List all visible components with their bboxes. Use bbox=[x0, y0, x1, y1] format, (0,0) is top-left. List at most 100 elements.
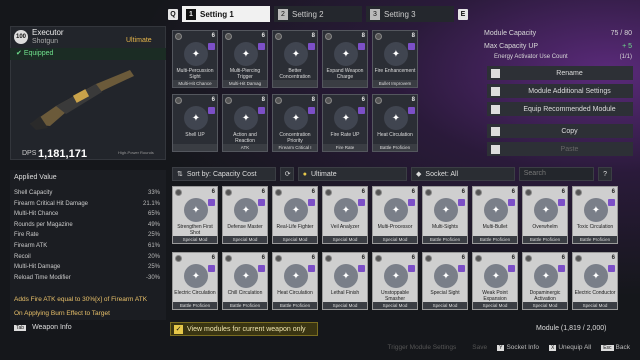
setting-tabs: Q 1 Setting 1 2 Setting 2 3 Setting 3 E bbox=[168, 6, 488, 22]
module-header: 6 bbox=[173, 31, 217, 41]
stat-row: Rounds per Magazine 49% bbox=[14, 222, 160, 228]
tab-setting-1[interactable]: 1 Setting 1 bbox=[182, 6, 270, 22]
stat-value: 61% bbox=[147, 243, 160, 249]
stat-value: 25% bbox=[147, 232, 160, 239]
search-input[interactable]: Search bbox=[518, 167, 595, 181]
module-header: 8 bbox=[323, 31, 367, 41]
module-art-icon: ✦ bbox=[384, 42, 408, 66]
module-card[interactable]: 6 ✦ Electric Circulation Battle Proficien bbox=[172, 252, 218, 310]
capacity-cost: 8 bbox=[261, 97, 265, 103]
module-card[interactable]: 8 ✦ Heat Circulation Battle Proficien bbox=[372, 94, 418, 152]
module-name: Multi-Percussion Sight bbox=[176, 68, 214, 80]
module-card[interactable]: 6 ✦ Lethal Finish Special Mod bbox=[322, 252, 368, 310]
module-name: Lethal Finish bbox=[330, 290, 360, 296]
module-category: Special Mod bbox=[473, 302, 517, 309]
view-current-weapon-toggle[interactable]: ✓ View modules for current weapon only bbox=[170, 322, 318, 336]
module-card[interactable]: 6 ✦ Chill Circulation Battle Proficien bbox=[222, 252, 268, 310]
tab-setting-2[interactable]: 2 Setting 2 bbox=[274, 6, 362, 22]
module-art-icon: ✦ bbox=[234, 106, 258, 130]
tier-badge-icon bbox=[608, 199, 615, 206]
module-card[interactable]: 6 ✦ Electric Conductor Special Mod bbox=[572, 252, 618, 310]
capacity-cost: 8 bbox=[411, 97, 415, 103]
tier-badge-icon bbox=[308, 265, 315, 272]
refresh-button[interactable]: ⟳ bbox=[279, 167, 294, 181]
filter-bar: ⇅ Sort by: Capacity Cost ⟳ ● Ultimate ◆ Soc… bbox=[172, 167, 612, 181]
module-card[interactable]: 6 ✦ Multi-Sights Battle Proficien bbox=[422, 186, 468, 244]
module-card[interactable]: 6 ✦ Veil Analyzer Special Mod bbox=[322, 186, 368, 244]
key-hint[interactable]: Esc Back bbox=[601, 344, 630, 351]
key-hint[interactable]: X Unequip All bbox=[548, 344, 591, 351]
module-card[interactable]: 6 ✦ Strengthen First Shot Special Mod bbox=[172, 186, 218, 244]
effect-text-2: On Applying Burn Effect to Target bbox=[14, 310, 110, 317]
capacity-cost: 6 bbox=[411, 255, 415, 261]
module-card[interactable]: 8 ✦ Better Concentration bbox=[272, 30, 318, 88]
module-card[interactable]: 6 ✦ Heat Circulation Battle Proficien bbox=[272, 252, 318, 310]
module-card[interactable]: 6 ✦ Fire Rate UP Fire Rate bbox=[322, 94, 368, 152]
key-hint[interactable]: Save bbox=[466, 344, 487, 351]
module-card[interactable]: 6 ✦ Dopaminergic Activation Special Mod bbox=[522, 252, 568, 310]
module-name: Multi-Piercing Trigger bbox=[229, 68, 261, 80]
next-tab-key[interactable]: E bbox=[458, 8, 468, 20]
capacity-cost: 6 bbox=[361, 255, 365, 261]
module-name: Toxic Circulation bbox=[576, 224, 614, 230]
module-header: 6 bbox=[323, 253, 367, 263]
stat-label: Fire Rate bbox=[14, 232, 39, 239]
module-card[interactable]: 6 ✦ Unstoppable Smasher Special Mod bbox=[372, 252, 418, 310]
key-hint[interactable]: Y Socket Info bbox=[497, 344, 539, 351]
module-card[interactable]: 6 ✦ Overwhelm Battle Proficien bbox=[522, 186, 568, 244]
module-card[interactable]: 8 ✦ Action and Reaction ATK bbox=[222, 94, 268, 152]
sort-dropdown[interactable]: ⇅ Sort by: Capacity Cost bbox=[172, 167, 276, 181]
action-button[interactable]: Copy bbox=[487, 124, 633, 138]
module-card[interactable]: 6 ✦ Real-Life Fighter Special Mod bbox=[272, 186, 318, 244]
module-card[interactable]: 6 ✦ Weak Point Expansion Special Mod bbox=[472, 252, 518, 310]
tier-badge-icon bbox=[258, 107, 265, 114]
tier-dot-icon: ● bbox=[302, 170, 307, 178]
module-card[interactable]: 6 ✦ Multi-Bullet Battle Proficien bbox=[472, 186, 518, 244]
action-label: Module Additional Settings bbox=[528, 87, 611, 95]
help-button[interactable]: ? bbox=[598, 167, 612, 181]
module-card[interactable]: 8 ✦ Concentration Priority Firearm Critical… bbox=[272, 94, 318, 152]
prev-tab-key[interactable]: Q bbox=[168, 8, 178, 20]
action-button[interactable]: Module Additional Settings bbox=[487, 84, 633, 98]
action-button[interactable]: Paste bbox=[487, 142, 633, 156]
socket-filter[interactable]: ◆ Socket: All bbox=[411, 167, 515, 181]
module-name: Defense Master bbox=[227, 224, 263, 230]
module-card[interactable]: 6 ✦ Defense Master Special Mod bbox=[222, 186, 268, 244]
shotgun-icon bbox=[30, 70, 134, 130]
tier-filter[interactable]: ● Ultimate bbox=[297, 167, 408, 181]
module-card[interactable]: 6 ✦ Multi-Percussion Sight Multi-Hit Chance bbox=[172, 30, 218, 88]
module-card[interactable]: 6 ✦ Multi-Piercing Trigger Multi-Hit Damag bbox=[222, 30, 268, 88]
tier-badge-icon bbox=[408, 265, 415, 272]
module-category: Special Mod bbox=[323, 302, 367, 309]
module-card[interactable]: 8 ✦ Fire Enhancement Bullet Improvem bbox=[372, 30, 418, 88]
action-button[interactable]: Equip Recommended Module bbox=[487, 102, 633, 116]
module-card[interactable]: 8 ✦ Expand Weapon Charge bbox=[322, 30, 368, 88]
tab-setting-3[interactable]: 3 Setting 3 bbox=[366, 6, 454, 22]
module-card[interactable]: 6 ✦ Special Sight Special Mod bbox=[422, 252, 468, 310]
weapon-info-button[interactable]: Tab Weapon Info bbox=[14, 324, 72, 331]
key-hint[interactable]: Trigger Module Settings bbox=[382, 344, 457, 351]
module-header: 6 bbox=[273, 253, 317, 263]
module-card[interactable]: 6 ✦ Shell UP bbox=[172, 94, 218, 152]
capacity-cost: 6 bbox=[211, 255, 215, 261]
action-button[interactable]: Rename bbox=[487, 66, 633, 80]
module-card[interactable]: 6 ✦ Multi-Processor Special Mod bbox=[372, 186, 418, 244]
module-capacity-row: Module Capacity 75 / 80 bbox=[484, 30, 632, 37]
socket-icon bbox=[425, 188, 432, 196]
tier-badge-icon bbox=[208, 199, 215, 206]
socket-icon bbox=[175, 32, 182, 40]
action-label: Copy bbox=[561, 127, 578, 135]
tab-number: 2 bbox=[278, 8, 288, 20]
weapon-type: Shotgun bbox=[32, 38, 59, 45]
module-name: Heat Circulation bbox=[277, 290, 313, 296]
module-name: Concentration Priority bbox=[279, 132, 311, 144]
tier-badge-icon bbox=[408, 43, 415, 50]
tier-badge-icon bbox=[208, 107, 215, 114]
socket-icon bbox=[375, 188, 382, 196]
checkbox-icon: ✓ bbox=[174, 324, 183, 334]
tier-badge-icon bbox=[308, 43, 315, 50]
socket-icon bbox=[175, 188, 182, 196]
weapon-name: Executor bbox=[32, 28, 64, 37]
module-card[interactable]: 6 ✦ Toxic Circulation Battle Proficien bbox=[572, 186, 618, 244]
tier-badge-icon bbox=[258, 43, 265, 50]
